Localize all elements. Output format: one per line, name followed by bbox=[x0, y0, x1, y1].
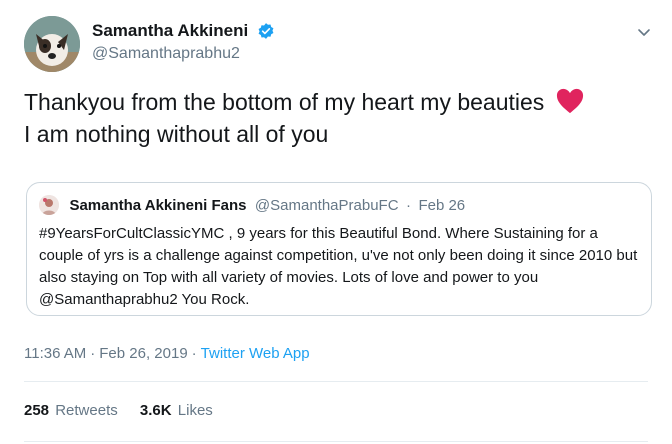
tweet-time[interactable]: 11:36 AM bbox=[24, 345, 86, 362]
retweets-label: Retweets bbox=[55, 402, 118, 419]
tweet-text-main: Thankyou from the bottom of my heart my … bbox=[24, 89, 545, 115]
tweet-card: Samantha Akkineni @Samanthaprabhu2 Thank… bbox=[0, 0, 672, 444]
likes-stat[interactable]: 3.6K Likes bbox=[140, 402, 213, 419]
quoted-author-avatar bbox=[39, 195, 59, 215]
tweet-meta: 11:36 AM · Feb 26, 2019 · Twitter Web App bbox=[24, 345, 310, 362]
likes-label: Likes bbox=[177, 402, 213, 419]
likes-count: 3.6K bbox=[139, 402, 172, 419]
red-heart-icon bbox=[556, 88, 583, 114]
quoted-tweet-header: Samantha Akkineni Fans @SamanthaPrabuFC … bbox=[39, 195, 465, 217]
author-names: Samantha Akkineni @Samanthaprabhu2 bbox=[92, 21, 275, 63]
quoted-text: #9YearsForCultClassicYMC , 9 years for t… bbox=[39, 225, 638, 308]
tweet-date[interactable]: Feb 26, 2019 bbox=[99, 345, 187, 362]
tweet-source-link[interactable]: Twitter Web App bbox=[201, 345, 310, 362]
author-handle[interactable]: @Samanthaprabhu2 bbox=[92, 45, 275, 63]
meta-separator: · bbox=[90, 345, 96, 362]
quoted-display-name: Samantha Akkineni Fans bbox=[69, 196, 247, 214]
tweet-text-line1: Thankyou from the bottom of my heart my … bbox=[24, 86, 654, 118]
tweet-header: Samantha Akkineni @Samanthaprabhu2 bbox=[24, 16, 654, 72]
verified-badge-icon bbox=[258, 23, 274, 39]
retweets-stat[interactable]: 258 Retweets bbox=[24, 402, 118, 419]
quoted-tweet[interactable]: Samantha Akkineni Fans @SamanthaPrabuFC … bbox=[26, 182, 652, 316]
author-display-name[interactable]: Samantha Akkineni bbox=[92, 21, 248, 41]
quoted-date: Feb 26 bbox=[418, 196, 466, 214]
tweet-text: Thankyou from the bottom of my heart my … bbox=[24, 86, 654, 150]
tweet-text-line2: I am nothing without all of you bbox=[24, 121, 329, 147]
divider bbox=[24, 441, 648, 442]
quoted-separator: · bbox=[406, 196, 411, 214]
divider bbox=[24, 381, 648, 382]
retweets-count: 258 bbox=[24, 402, 50, 419]
quoted-handle: @SamanthaPrabuFC bbox=[254, 196, 399, 214]
dog-avatar-icon bbox=[24, 16, 80, 72]
tweet-stats: 258 Retweets 3.6K Likes bbox=[24, 402, 231, 419]
author-avatar[interactable] bbox=[24, 16, 80, 72]
chevron-down-icon[interactable] bbox=[636, 24, 652, 40]
fan-avatar-icon bbox=[39, 195, 59, 215]
meta-separator-2: · bbox=[191, 345, 197, 362]
